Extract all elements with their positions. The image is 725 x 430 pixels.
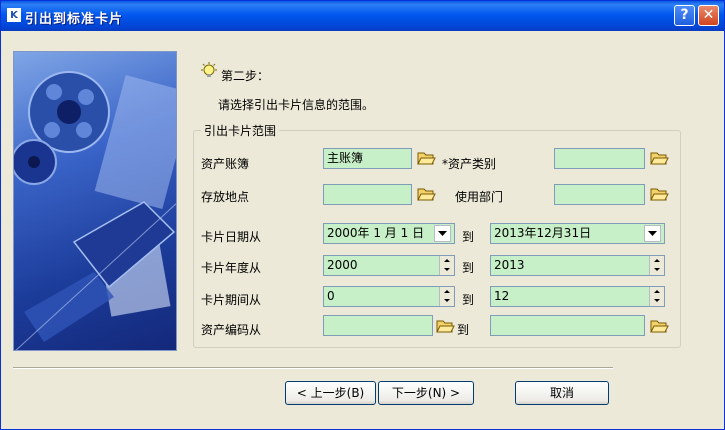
asset-category-field[interactable] <box>554 148 645 169</box>
card-period-from-value: 0 <box>327 289 335 303</box>
department-label: 使用部门 <box>455 190 504 204</box>
close-button[interactable]: ✕ <box>698 5 719 26</box>
card-period-to-field[interactable]: 12 <box>490 286 665 307</box>
card-date-to-picker[interactable]: 2013年12月31日 <box>490 223 665 244</box>
chevron-down-icon[interactable] <box>434 225 451 242</box>
location-label: 存放地点 <box>201 190 250 204</box>
group-legend: 引出卡片范围 <box>201 122 280 139</box>
location-field[interactable] <box>323 184 412 205</box>
folder-open-icon[interactable] <box>649 184 669 204</box>
card-period-label: 卡片期间从 <box>201 293 262 307</box>
window-title: 引出到标准卡片 <box>25 12 124 27</box>
step-description: 请选择引出卡片信息的范围。 <box>218 98 375 112</box>
app-logo-icon: K <box>7 8 21 22</box>
card-date-to-value: 2013年12月31日 <box>494 226 592 240</box>
folder-open-icon[interactable] <box>435 316 455 336</box>
card-year-to-value: 2013 <box>494 258 525 272</box>
asset-category-label: *资产类别 <box>442 157 497 171</box>
title-bar[interactable]: K 引出到标准卡片 ? ✕ <box>1 1 724 31</box>
spin-stepper[interactable] <box>649 256 664 275</box>
folder-open-icon[interactable] <box>649 148 669 168</box>
folder-open-icon[interactable] <box>649 316 669 336</box>
folder-open-icon[interactable] <box>416 184 436 204</box>
lightbulb-icon <box>201 62 217 77</box>
dialog-window: K 引出到标准卡片 ? ✕ 第二步： 请选择引出卡片信息的范围。 引出卡片范围 … <box>0 0 725 430</box>
prev-step-button[interactable]: < 上一步(B) <box>285 381 376 405</box>
asset-book-label: 资产账簿 <box>201 157 250 171</box>
card-period-to-value: 12 <box>494 289 510 303</box>
help-button[interactable]: ? <box>674 5 695 26</box>
asset-code-label: 资产编码从 <box>201 323 262 337</box>
card-year-label: 卡片年度从 <box>201 261 262 275</box>
next-step-button[interactable]: 下一步(N) > <box>378 381 474 405</box>
to-label: 到 <box>462 261 475 275</box>
spin-stepper[interactable] <box>439 256 454 275</box>
department-field[interactable] <box>554 184 645 205</box>
card-period-from-field[interactable]: 0 <box>323 286 455 307</box>
separator <box>13 367 613 369</box>
to-label: 到 <box>462 230 475 244</box>
asset-code-from-field[interactable] <box>323 315 433 336</box>
wizard-side-image <box>13 51 177 351</box>
folder-open-icon[interactable] <box>416 148 436 168</box>
to-label: 到 <box>457 323 470 337</box>
card-date-label: 卡片日期从 <box>201 230 262 244</box>
card-year-from-value: 2000 <box>327 258 358 272</box>
spin-stepper[interactable] <box>649 287 664 306</box>
spin-stepper[interactable] <box>439 287 454 306</box>
to-label: 到 <box>462 293 475 307</box>
step-title: 第二步： <box>221 69 270 83</box>
asset-book-field[interactable]: 主账簿 <box>323 148 412 169</box>
asset-code-to-field[interactable] <box>490 315 645 336</box>
chevron-down-icon[interactable] <box>644 225 661 242</box>
film-reel-illustration <box>14 71 176 350</box>
card-date-from-value: 2000年 1 月 1 日 <box>327 226 425 240</box>
card-year-to-field[interactable]: 2013 <box>490 255 665 276</box>
cancel-button[interactable]: 取消 <box>515 381 609 405</box>
card-year-from-field[interactable]: 2000 <box>323 255 455 276</box>
